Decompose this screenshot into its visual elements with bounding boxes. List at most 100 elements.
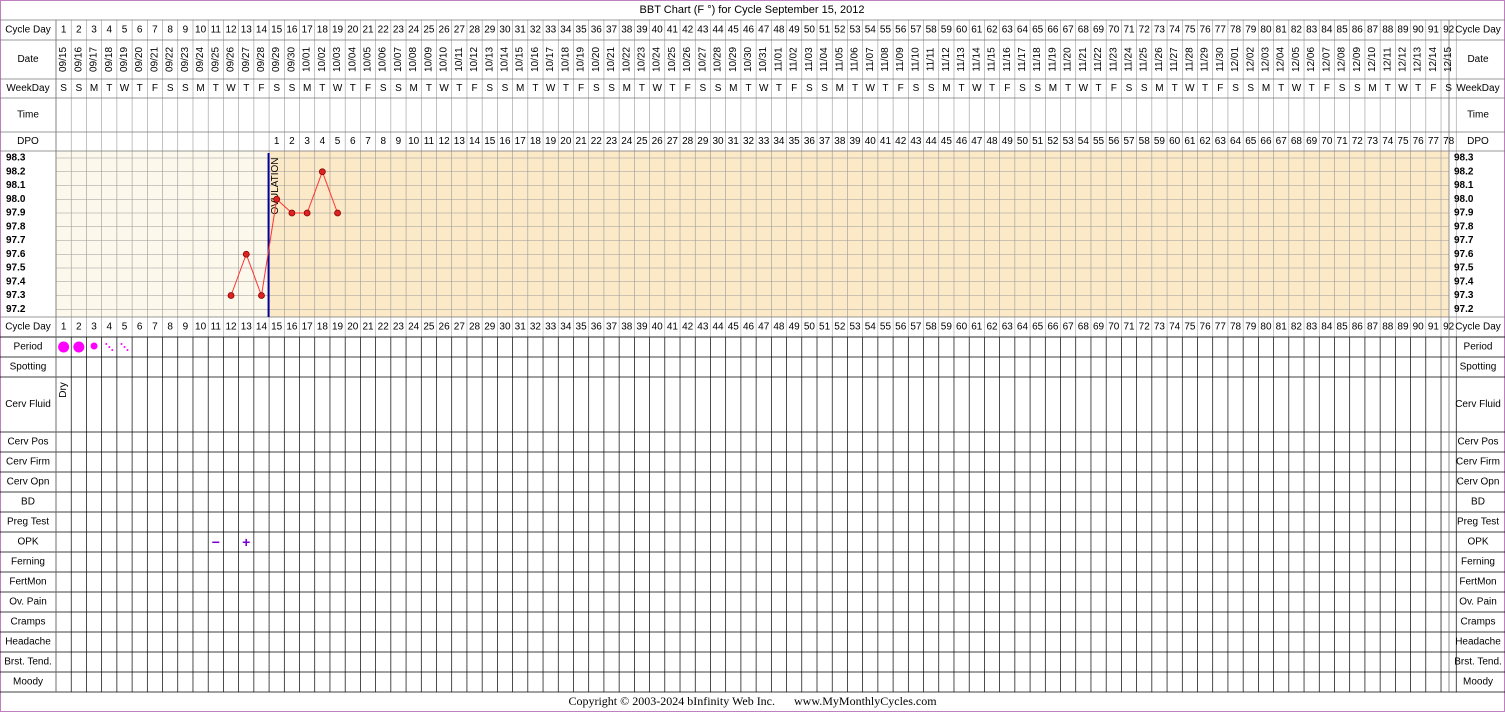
date-label: 10/19 — [576, 47, 587, 72]
cycle-day-label-bottom: 74 — [1169, 322, 1181, 333]
weekday-label: M — [196, 83, 204, 94]
cycle-day-label-bottom: 17 — [302, 322, 314, 333]
date-label: 09/19 — [119, 47, 130, 72]
cycle-day-label: 36 — [591, 25, 603, 36]
weekday-label: T — [106, 83, 112, 94]
cycle-day-label: 81 — [1276, 25, 1288, 36]
cycle-day-label-bottom: 7 — [152, 322, 158, 333]
dpo-label: 48 — [986, 136, 998, 147]
y-tick-label-right: 98.2 — [1454, 166, 1474, 177]
weekday-label: T — [989, 83, 995, 94]
cycle-day-label-bottom: 48 — [773, 322, 785, 333]
temperature-point — [288, 209, 296, 217]
y-tick-label: 98.1 — [6, 180, 26, 191]
dpo-label: 36 — [804, 136, 816, 147]
dpo-label: 2 — [289, 136, 295, 147]
cycle-day-label: 22 — [378, 25, 390, 36]
weekday-label: M — [409, 83, 417, 94]
dpo-label: 71 — [1337, 136, 1349, 147]
dpo-label: 44 — [926, 136, 938, 147]
weekday-label: T — [639, 83, 645, 94]
cycle-day-label-bottom: 22 — [378, 322, 390, 333]
cycle-day-label: 82 — [1291, 25, 1303, 36]
date-label: 10/26 — [682, 47, 693, 72]
cycle-day-label: 42 — [682, 25, 694, 36]
period-light-dot — [126, 349, 129, 351]
dpo-label: 40 — [865, 136, 877, 147]
cycle-day-label-bottom: 68 — [1078, 322, 1090, 333]
cycle-day-label: 88 — [1382, 25, 1394, 36]
weekday-label: T — [776, 83, 782, 94]
date-label: 11/14 — [971, 47, 982, 72]
cycle-day-label: 76 — [1200, 25, 1212, 36]
dpo-label: 4 — [320, 136, 326, 147]
weekday-label: T — [1385, 83, 1391, 94]
cycle-day-label: 69 — [1093, 25, 1105, 36]
cycle-day-label: 30 — [499, 25, 511, 36]
cycle-day-label: 10 — [195, 25, 207, 36]
weekday-label: S — [1354, 83, 1361, 94]
date-label: 10/06 — [378, 47, 389, 72]
date-label: 09/24 — [195, 47, 206, 72]
date-label: 11/23 — [1108, 47, 1119, 72]
cycle-day-label-bottom: 43 — [697, 322, 709, 333]
row-label-right-cramps: Cramps — [1460, 617, 1495, 628]
date-label: 10/18 — [560, 47, 571, 72]
date-label: 10/11 — [454, 47, 465, 72]
dpo-label: 66 — [1260, 136, 1272, 147]
cycle-day-label-bottom: 50 — [804, 322, 816, 333]
bbt-chart: BBT Chart (F °) for Cycle September 15, … — [0, 0, 1505, 712]
cycle-day-label: 13 — [241, 25, 253, 36]
cycle-day-label-bottom: 49 — [789, 322, 801, 333]
weekday-label: F — [365, 83, 371, 94]
cycle-day-label: 48 — [773, 25, 785, 36]
weekday-label: T — [350, 83, 356, 94]
date-label: 12/13 — [1413, 47, 1424, 72]
cycle-day-label: 80 — [1260, 25, 1272, 36]
weekday-label: S — [1445, 83, 1452, 94]
post-ovulation-bg — [269, 151, 1450, 317]
y-tick-label: 97.7 — [6, 235, 26, 246]
date-label: 11/02 — [789, 47, 800, 72]
weekday-label: W — [759, 83, 769, 94]
y-tick-label-right: 97.3 — [1454, 290, 1474, 301]
weekday-label: S — [289, 83, 296, 94]
cycle-day-label-bottom: 59 — [941, 322, 953, 333]
dpo-label: 15 — [484, 136, 496, 147]
weekday-label: T — [319, 83, 325, 94]
cycle-day-label: 28 — [469, 25, 481, 36]
cycle-day-label: 47 — [758, 25, 770, 36]
dpo-label: 67 — [1276, 136, 1288, 147]
cycle-day-label-bottom: 32 — [530, 322, 542, 333]
dpo-label: 72 — [1352, 136, 1364, 147]
weekday-label: S — [1126, 83, 1133, 94]
cycle-day-label-bottom: 75 — [1184, 322, 1196, 333]
date-label: 09/23 — [180, 47, 191, 72]
cycle-day-label-bottom: 92 — [1443, 322, 1455, 333]
cycle-day-label: 72 — [1139, 25, 1151, 36]
cycle-day-label-bottom: 54 — [865, 322, 877, 333]
dpo-label: 73 — [1367, 136, 1379, 147]
cycle-day-label: 74 — [1169, 25, 1181, 36]
date-label: 10/22 — [621, 47, 632, 72]
dpo-label: 74 — [1382, 136, 1394, 147]
date-label: 11/07 — [865, 47, 876, 72]
weekday-label: S — [928, 83, 935, 94]
cycle-day-label: 53 — [849, 25, 861, 36]
cycle-day-label: 79 — [1245, 25, 1257, 36]
cycle-day-label-bottom: 19 — [332, 322, 344, 333]
date-label: 09/20 — [134, 47, 145, 72]
row-label-right-date: Date — [1467, 54, 1489, 65]
date-label: 12/01 — [1230, 47, 1241, 72]
date-label: 10/15 — [515, 47, 526, 72]
date-label: 12/06 — [1306, 47, 1317, 72]
weekday-label: F — [898, 83, 904, 94]
opk-entry: − — [212, 534, 220, 550]
date-label: 09/21 — [149, 47, 160, 72]
dpo-label: 7 — [365, 136, 371, 147]
weekday-label: S — [486, 83, 493, 94]
date-label: 11/21 — [1078, 47, 1089, 72]
period-light-dot — [123, 346, 126, 348]
temperature-point — [273, 195, 281, 203]
dpo-label: 30 — [713, 136, 725, 147]
